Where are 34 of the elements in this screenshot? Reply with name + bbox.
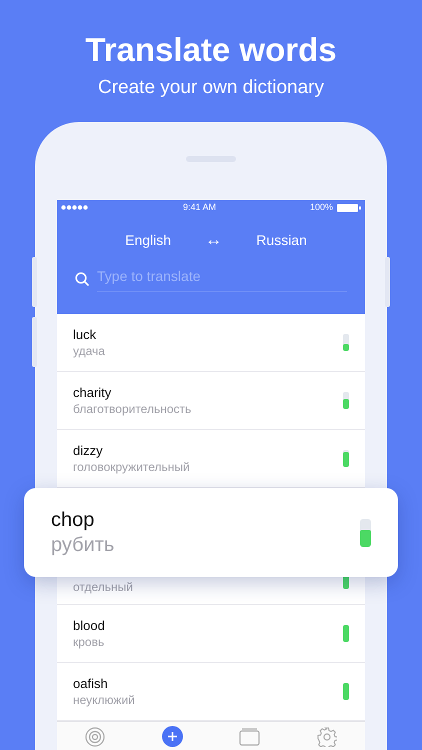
cards-icon[interactable] xyxy=(239,728,260,746)
level-meter xyxy=(343,334,349,351)
level-meter xyxy=(343,683,349,700)
source-language-button[interactable]: English xyxy=(125,232,172,248)
status-time: 9:41 AM xyxy=(182,201,216,214)
word-text: blood xyxy=(73,618,105,634)
subheadline: Create your own dictionary xyxy=(97,76,325,100)
word-text: luck xyxy=(73,326,98,342)
search-field[interactable]: Type to translate xyxy=(97,266,347,292)
target-language-button[interactable]: Russian xyxy=(256,232,307,248)
target-icon[interactable] xyxy=(85,726,106,746)
translation-text: неуклюжий xyxy=(73,692,135,708)
battery-icon xyxy=(337,204,361,212)
search-icon xyxy=(75,272,89,286)
word-text: chop xyxy=(51,508,96,532)
settings-icon[interactable] xyxy=(316,726,337,746)
battery-percent: 100% xyxy=(310,201,333,214)
level-meter xyxy=(343,392,349,409)
level-meter xyxy=(343,450,349,467)
translation-text: удача xyxy=(73,342,105,358)
headline: Translate words xyxy=(84,30,338,70)
translation-text: головокружительный xyxy=(73,458,190,474)
add-button[interactable] xyxy=(162,726,183,747)
level-meter xyxy=(360,518,371,546)
translation-text: отдельный xyxy=(73,579,133,595)
word-text: dizzy xyxy=(73,442,104,458)
swap-languages-button[interactable]: ↔ xyxy=(205,227,222,253)
translation-text: кровь xyxy=(73,634,105,650)
signal-icon xyxy=(61,205,89,210)
word-text: oafish xyxy=(73,676,109,692)
translation-text: рубить xyxy=(51,532,114,558)
level-meter xyxy=(343,625,349,642)
translation-text: благотворительность xyxy=(73,400,192,416)
word-text: charity xyxy=(73,384,112,400)
